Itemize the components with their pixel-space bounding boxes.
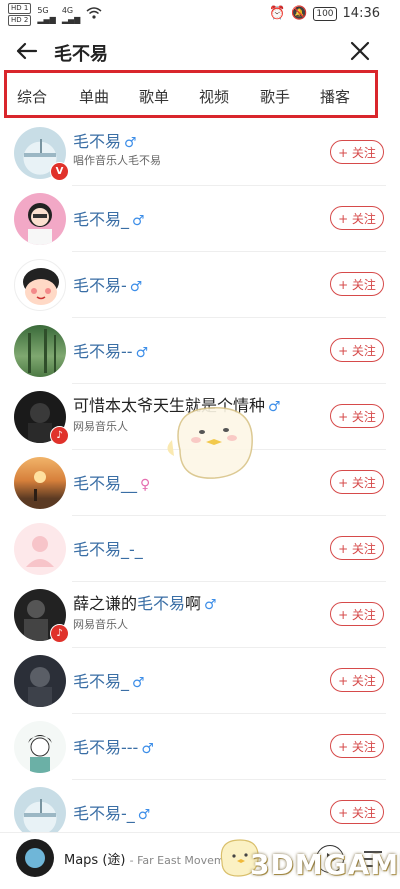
watermark-text: 3DMGAME (250, 848, 400, 881)
user-name: 毛不易__ ♀ (73, 470, 150, 494)
avatar (14, 655, 66, 707)
user-name: 毛不易 ♂ (73, 128, 137, 152)
sim-indicator: HD 1 HD 2 (8, 3, 32, 26)
user-name: 毛不易- ♂ (73, 272, 142, 296)
wifi-icon (86, 6, 102, 23)
close-icon[interactable] (348, 39, 372, 63)
verified-badge: V (50, 162, 69, 181)
user-name: 薛之谦的毛不易啊 ♂ (73, 590, 217, 614)
album-cover (25, 848, 45, 868)
user-name: 毛不易_ ♂ (73, 668, 145, 692)
male-icon: ♂ (204, 597, 217, 613)
user-name: 毛不易_-_ (73, 536, 143, 560)
battery-icon: 100 (313, 6, 337, 21)
male-icon: ♂ (135, 345, 149, 361)
list-item[interactable]: 毛不易- ♂ + 关注 (0, 252, 400, 318)
list-item[interactable]: 毛不易_-_ + 关注 (0, 516, 400, 582)
female-icon: ♀ (140, 477, 151, 493)
male-icon: ♂ (132, 675, 145, 691)
musician-badge: ♪ (50, 426, 69, 445)
male-icon: ♂ (129, 279, 143, 295)
follow-button[interactable]: + 关注 (330, 404, 384, 428)
list-item[interactable]: 毛不易--- ♂ + 关注 (0, 714, 400, 780)
user-name-text: 毛不易 (73, 132, 122, 151)
user-subtitle: 唱作音乐人毛不易 (73, 154, 161, 167)
tab-comprehensive[interactable]: 综合 (17, 86, 47, 107)
user-name-text: 毛不易_ (73, 672, 130, 691)
signal-bars-icon-2: ▂▄▆ (61, 14, 81, 24)
avatar (14, 325, 66, 377)
list-item[interactable]: 毛不易_ ♂ + 关注 (0, 186, 400, 252)
clock: 14:36 (342, 6, 380, 21)
sim2-label: HD 2 (8, 15, 32, 26)
list-item[interactable]: V 毛不易 ♂ 唱作音乐人毛不易 + 关注 (0, 120, 400, 186)
album-disc[interactable] (16, 839, 54, 877)
list-item[interactable]: 毛不易-- ♂ + 关注 (0, 318, 400, 384)
sim1-label: HD 1 (8, 3, 32, 14)
male-icon: ♂ (124, 135, 137, 151)
signal-5g-label: 5G (37, 5, 49, 15)
follow-button[interactable]: + 关注 (330, 140, 384, 164)
follow-button[interactable]: + 关注 (330, 470, 384, 494)
tab-videos[interactable]: 视频 (199, 86, 229, 107)
tab-playlists[interactable]: 歌单 (139, 86, 169, 107)
user-name-text: 毛不易_-_ (73, 540, 143, 559)
male-icon: ♂ (137, 807, 151, 823)
avatar (14, 259, 66, 311)
user-name-suffix: 啊 (185, 594, 202, 613)
follow-button[interactable]: + 关注 (330, 536, 384, 560)
user-name-prefix: 薛之谦的 (73, 594, 138, 613)
alarm-icon: ⏰ (268, 6, 286, 21)
user-name-text: 毛不易_ (73, 210, 130, 229)
list-item[interactable]: 毛不易_ ♂ + 关注 (0, 648, 400, 714)
avatar (14, 721, 66, 773)
mute-icon: 🔕 (291, 6, 308, 21)
signal-bars-icon: ▂▄▆ (37, 14, 56, 24)
user-name-text: 毛不易- (73, 276, 127, 295)
user-name: 毛不易--- ♂ (73, 734, 154, 758)
tab-podcasts[interactable]: 播客 (320, 86, 350, 107)
search-tabs: 综合 单曲 歌单 视频 歌手 播客 歌词 (4, 70, 378, 118)
mascot-sticker (167, 407, 253, 479)
song-title: Maps (途) (64, 853, 126, 868)
user-name-text: 毛不易__ (73, 474, 138, 493)
follow-button[interactable]: + 关注 (330, 206, 384, 230)
list-item[interactable]: ♪ 薛之谦的毛不易啊 ♂ 网易音乐人 + 关注 (0, 582, 400, 648)
follow-button[interactable]: + 关注 (330, 602, 384, 626)
musician-badge: ♪ (50, 624, 69, 643)
user-name-highlight: 毛不易 (137, 594, 186, 613)
user-name-text: 毛不易--- (73, 738, 139, 757)
signal-5g: 5G ▂▄▆ (37, 6, 55, 24)
follow-button[interactable]: + 关注 (330, 734, 384, 758)
user-name-text: 毛不易-- (73, 342, 133, 361)
search-query[interactable]: 毛不易 (54, 40, 108, 66)
user-name: 毛不易-- ♂ (73, 338, 148, 362)
back-arrow-icon[interactable] (14, 38, 40, 64)
avatar (14, 457, 66, 509)
signal-4g: 4G ▂▄▆ (62, 6, 80, 24)
tab-artists[interactable]: 歌手 (260, 86, 290, 107)
male-icon: ♂ (141, 741, 154, 757)
avatar (14, 523, 66, 575)
user-name: 毛不易-_ ♂ (73, 800, 150, 824)
follow-button[interactable]: + 关注 (330, 338, 384, 362)
avatar (14, 193, 66, 245)
follow-button[interactable]: + 关注 (330, 272, 384, 296)
tab-songs[interactable]: 单曲 (79, 86, 109, 107)
user-subtitle: 网易音乐人 (73, 618, 128, 631)
status-bar: HD 1 HD 2 5G ▂▄▆ 4G ▂▄▆ ⏰ 🔕 100 14:36 (0, 0, 400, 30)
user-name-text: 毛不易-_ (73, 804, 135, 823)
male-icon: ♂ (132, 213, 145, 229)
follow-button[interactable]: + 关注 (330, 668, 384, 692)
signal-4g-label: 4G (61, 5, 74, 15)
user-name: 毛不易_ ♂ (73, 206, 145, 230)
follow-button[interactable]: + 关注 (330, 800, 384, 824)
user-subtitle: 网易音乐人 (73, 420, 128, 433)
search-bar: 毛不易 (0, 30, 400, 72)
